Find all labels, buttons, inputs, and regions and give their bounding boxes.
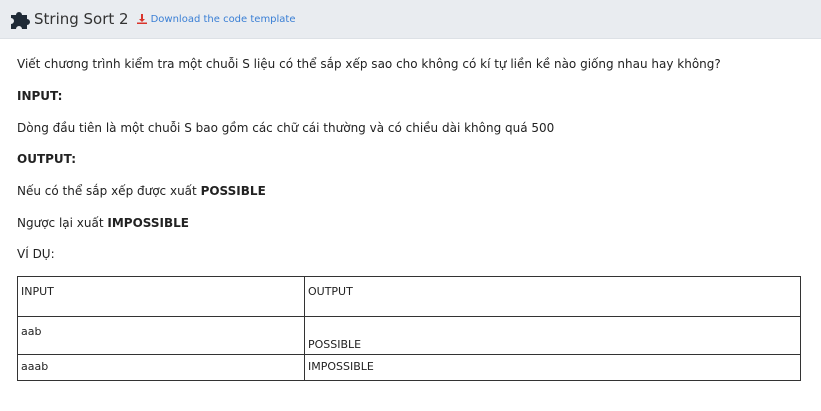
download-icon bbox=[136, 14, 147, 24]
problem-header: String Sort 2 Download the code template bbox=[0, 0, 821, 39]
table-cell-output: POSSIBLE bbox=[304, 316, 801, 355]
table-cell-input: aaab bbox=[17, 354, 305, 381]
output-line-impossible-text: Ngược lại xuất bbox=[17, 216, 108, 230]
possible-keyword: POSSIBLE bbox=[200, 184, 266, 198]
table-cell-input: aab bbox=[17, 316, 305, 355]
table-header-input: INPUT bbox=[17, 276, 305, 317]
download-template-label: Download the code template bbox=[150, 13, 296, 25]
download-template-link[interactable]: Download the code template bbox=[136, 13, 296, 25]
problem-description: Viết chương trình kiểm tra một chuỗi S l… bbox=[17, 57, 721, 71]
output-line-impossible: Ngược lại xuất IMPOSSIBLE bbox=[17, 216, 189, 230]
page-title: String Sort 2 bbox=[34, 10, 129, 28]
input-heading: INPUT: bbox=[17, 89, 63, 103]
puzzle-piece-icon bbox=[9, 8, 31, 30]
output-line-possible-text: Nếu có thể sắp xếp được xuất bbox=[17, 184, 201, 198]
table-header-output: OUTPUT bbox=[304, 276, 801, 317]
table-row: aab POSSIBLE bbox=[17, 316, 801, 355]
input-description: Dòng đầu tiên là một chuỗi S bao gồm các… bbox=[17, 121, 555, 135]
table-cell-output: IMPOSSIBLE bbox=[304, 354, 801, 381]
table-row: aaab IMPOSSIBLE bbox=[17, 354, 801, 381]
table-header-row: INPUT OUTPUT bbox=[17, 276, 801, 317]
output-line-possible: Nếu có thể sắp xếp được xuất POSSIBLE bbox=[17, 184, 266, 198]
output-heading: OUTPUT: bbox=[17, 152, 76, 166]
example-table: INPUT OUTPUT aab POSSIBLE aaab IMPOSSIBL… bbox=[17, 276, 801, 381]
impossible-keyword: IMPOSSIBLE bbox=[107, 216, 189, 230]
example-heading: VÍ DỤ: bbox=[17, 247, 55, 261]
